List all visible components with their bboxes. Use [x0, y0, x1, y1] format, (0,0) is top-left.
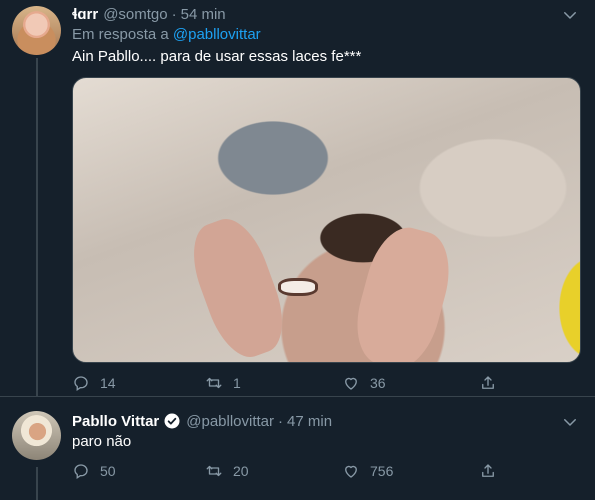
user-handle[interactable]: @somtgo [103, 6, 167, 23]
separator-dot: · [278, 412, 284, 430]
chevron-down-icon[interactable] [561, 6, 579, 24]
heart-icon [345, 465, 357, 478]
thread-line [36, 467, 38, 500]
retweet-count: 1 [233, 375, 241, 391]
media-content [346, 220, 460, 362]
thread-line [36, 58, 38, 397]
share-button[interactable] [479, 460, 497, 482]
tweet-header: Pabllo Vittar @pabllovittar · 47 min [72, 411, 332, 431]
like-count: 36 [370, 375, 386, 391]
tweet[interactable]: Pabllo Vittar @pabllovittar · 47 min par… [0, 397, 595, 500]
tweet-actions: 50 20 756 [72, 460, 512, 482]
media-content [278, 278, 318, 296]
tweet-text: Ain Pabllo.... para de usar essas laces … [72, 48, 362, 65]
tweet-actions: 14 1 36 [72, 372, 512, 394]
display-name[interactable]: Pabllo Vittar [72, 413, 159, 430]
avatar[interactable] [12, 6, 61, 55]
tweet[interactable]: ɬɑrr @somtgo · 54 min Em resposta a @pab… [0, 0, 595, 397]
display-name[interactable]: ɬɑrr [72, 6, 98, 23]
retweet-icon [206, 465, 222, 477]
reply-prefix: Em resposta a [72, 26, 169, 43]
reply-context: Em resposta a @pabllovittar [72, 26, 261, 43]
like-button[interactable]: 756 [342, 460, 393, 482]
retweet-count: 20 [233, 463, 249, 479]
like-count: 756 [370, 463, 394, 479]
reply-icon [74, 376, 88, 392]
chevron-down-icon[interactable] [561, 413, 579, 431]
reply-button[interactable]: 14 [72, 372, 116, 394]
share-icon [482, 464, 494, 477]
retweet-button[interactable]: 1 [205, 372, 241, 394]
reply-icon [74, 464, 88, 480]
share-icon [482, 376, 494, 389]
verified-badge-icon [164, 413, 180, 429]
reply-button[interactable]: 50 [72, 460, 116, 482]
tweet-header: ɬɑrr @somtgo · 54 min [72, 4, 226, 24]
heart-icon [345, 377, 357, 390]
timestamp[interactable]: 54 min [181, 6, 226, 23]
tweet-text: paro não [72, 433, 132, 450]
reply-mention-link[interactable]: @pabllovittar [173, 26, 261, 43]
timestamp[interactable]: 47 min [287, 413, 332, 430]
reply-count: 14 [100, 375, 116, 391]
like-button[interactable]: 36 [342, 372, 386, 394]
retweet-icon [206, 377, 222, 389]
reply-count: 50 [100, 463, 116, 479]
share-button[interactable] [479, 372, 497, 394]
tweet-media[interactable] [72, 77, 581, 363]
user-handle[interactable]: @pabllovittar [186, 413, 274, 430]
separator-dot: · [171, 5, 177, 23]
avatar[interactable] [12, 411, 61, 460]
retweet-button[interactable]: 20 [205, 460, 249, 482]
